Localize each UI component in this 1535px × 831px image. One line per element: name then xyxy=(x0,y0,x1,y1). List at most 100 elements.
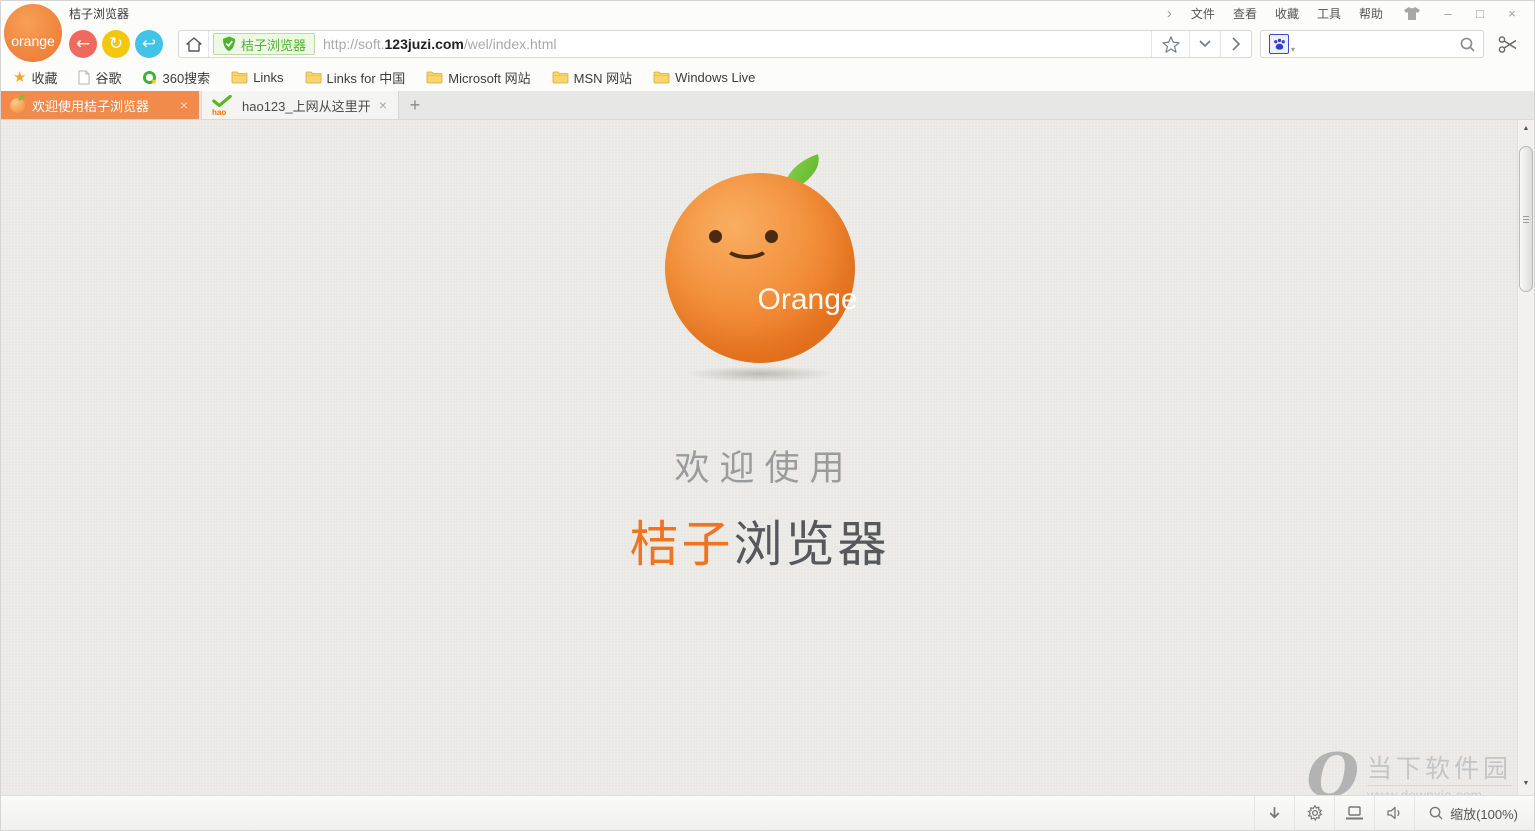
tab-close-icon[interactable]: × xyxy=(178,97,190,113)
bookmark-folder-windows-live[interactable]: Windows Live xyxy=(653,70,755,85)
go-button[interactable] xyxy=(1220,31,1251,57)
star-outline-icon xyxy=(1162,36,1180,53)
page-title-accent: 桔子 xyxy=(629,518,733,572)
home-button[interactable] xyxy=(179,31,209,57)
zoom-magnifier-icon xyxy=(1429,806,1443,820)
folder-icon xyxy=(426,71,443,84)
url-field[interactable]: http://soft.123juzi.com/wel/index.html xyxy=(323,36,1151,52)
bookmark-label: 360搜索 xyxy=(162,68,210,87)
titlebar-menu: › 文件 查看 收藏 工具 帮助 – □ × xyxy=(1157,5,1534,22)
folder-icon xyxy=(552,71,569,84)
undo-button[interactable]: ↩ xyxy=(135,30,163,58)
folder-icon xyxy=(305,71,322,84)
titlebar: orange 桔子浏览器 › 文件 查看 收藏 工具 帮助 – □ × xyxy=(1,1,1534,25)
url-dropdown-button[interactable] xyxy=(1189,31,1220,57)
bookmark-folder-links[interactable]: Links xyxy=(231,70,283,85)
page-title-rest: 浏览器 xyxy=(734,518,890,572)
chevron-down-icon xyxy=(1199,40,1211,48)
downxia-watermark: O 当下软件园 www.downxia.com xyxy=(1307,749,1512,795)
zoom-control[interactable]: 缩放(100%) xyxy=(1414,796,1534,830)
skin-shirt-icon[interactable] xyxy=(1392,7,1432,20)
hao123-favicon-text: hao xyxy=(212,109,226,117)
hao123-favicon: hao xyxy=(211,95,235,115)
bookmark-folder-msn[interactable]: MSN 网站 xyxy=(552,68,633,87)
menu-tools[interactable]: 工具 xyxy=(1308,5,1350,22)
minimize-button[interactable]: – xyxy=(1432,6,1464,21)
screenshot-scissors-button[interactable] xyxy=(1490,35,1526,54)
status-bar: 缩放(100%) xyxy=(1,795,1534,830)
mascot-shadow xyxy=(687,366,833,382)
bookmark-label: Links xyxy=(253,70,283,85)
boss-key-button[interactable] xyxy=(1334,796,1374,830)
app-logo-text: orange xyxy=(11,33,55,49)
tab-hao123[interactable]: hao hao123_上网从这里开始 × xyxy=(201,91,399,119)
tab-close-icon[interactable]: × xyxy=(377,97,389,113)
menu-help[interactable]: 帮助 xyxy=(1350,5,1392,22)
zoom-level-label: 缩放(100%) xyxy=(1450,804,1518,823)
menu-favorites[interactable]: 收藏 xyxy=(1266,5,1308,22)
scrollbar-thumb[interactable] xyxy=(1519,146,1533,292)
bookmark-favorites[interactable]: ★ 收藏 xyxy=(13,68,57,87)
home-icon xyxy=(186,37,202,52)
bookmark-folder-microsoft[interactable]: Microsoft 网站 xyxy=(426,68,530,87)
mascot-smile xyxy=(724,233,770,259)
tab-label: 欢迎使用桔子浏览器 xyxy=(32,96,171,115)
folder-icon xyxy=(653,71,670,84)
search-input[interactable] xyxy=(1295,37,1460,52)
site-safety-badge[interactable]: 桔子浏览器 xyxy=(213,33,315,55)
address-bar[interactable]: 桔子浏览器 http://soft.123juzi.com/wel/index.… xyxy=(178,30,1252,58)
url-path: /wel/index.html xyxy=(464,36,557,52)
new-tab-button[interactable]: + xyxy=(399,91,431,119)
bookmark-label: Windows Live xyxy=(675,70,755,85)
vertical-scrollbar[interactable]: ▲ ▼ xyxy=(1517,120,1534,795)
bookmark-label: 收藏 xyxy=(31,68,57,87)
baidu-paw-icon[interactable] xyxy=(1269,34,1289,54)
url-domain: 123juzi.com xyxy=(385,36,464,52)
scroll-up-arrow-icon[interactable]: ▲ xyxy=(1518,125,1534,132)
tab-welcome[interactable]: 欢迎使用桔子浏览器 × xyxy=(1,91,199,119)
scroll-down-arrow-icon[interactable]: ▼ xyxy=(1518,780,1534,787)
download-arrow-icon xyxy=(1268,806,1281,821)
menu-file[interactable]: 文件 xyxy=(1182,5,1224,22)
orange-browser-window: { "titlebar": { "logo_text": "orange", "… xyxy=(0,0,1535,831)
mute-button[interactable] xyxy=(1374,796,1414,830)
menu-view[interactable]: 查看 xyxy=(1224,5,1266,22)
app-logo-icon[interactable]: orange xyxy=(4,4,62,62)
laptop-icon xyxy=(1345,806,1364,820)
downxia-logo-icon: O xyxy=(1307,749,1359,795)
bookmark-360search[interactable]: 360搜索 xyxy=(142,68,210,87)
gear-icon xyxy=(1307,805,1323,821)
window-title: 桔子浏览器 xyxy=(69,5,129,22)
bookmarks-bar: ★ 收藏 谷歌 360搜索 Links Links for 中国 Microso… xyxy=(1,63,1534,91)
bookmark-folder-links-china[interactable]: Links for 中国 xyxy=(305,68,406,87)
bookmark-label: MSN 网站 xyxy=(574,68,633,87)
reload-button[interactable]: ↻ xyxy=(102,30,130,58)
tab-label: hao123_上网从这里开始 xyxy=(242,96,370,115)
scrollbar-grip xyxy=(1523,219,1529,220)
url-prefix: http://soft. xyxy=(323,36,384,52)
download-button[interactable] xyxy=(1254,796,1294,830)
watermark-site-url: www.downxia.com xyxy=(1367,785,1512,795)
shield-icon xyxy=(222,36,236,52)
mascot-wordmark: Orange xyxy=(758,283,858,317)
search-box[interactable]: ▾ xyxy=(1260,30,1484,58)
orange-mascot-favicon xyxy=(10,98,25,113)
search-magnifier-icon[interactable] xyxy=(1460,37,1475,52)
orange-ball: Orange xyxy=(665,173,855,363)
bookmark-label: Microsoft 网站 xyxy=(448,68,530,87)
watermark-site-name: 当下软件园 xyxy=(1367,749,1512,785)
back-button[interactable]: ← xyxy=(69,30,97,58)
star-icon: ★ xyxy=(13,70,26,85)
page-content: Orange 欢迎使用 桔子浏览器 O 当下软件园 www.downxia.co… xyxy=(1,120,1534,795)
maximize-button[interactable]: □ xyxy=(1464,6,1496,21)
360-ring-icon xyxy=(142,70,157,85)
mascot-eye xyxy=(709,230,722,243)
scissors-icon xyxy=(1498,35,1519,54)
welcome-hero: Orange 欢迎使用 桔子浏览器 xyxy=(500,173,1020,576)
settings-button[interactable] xyxy=(1294,796,1334,830)
site-badge-label: 桔子浏览器 xyxy=(241,35,306,54)
menu-expand-chevron-icon[interactable]: › xyxy=(1157,6,1182,21)
bookmark-google[interactable]: 谷歌 xyxy=(78,68,121,87)
bookmark-star-button[interactable] xyxy=(1151,31,1189,57)
close-button[interactable]: × xyxy=(1496,6,1528,21)
